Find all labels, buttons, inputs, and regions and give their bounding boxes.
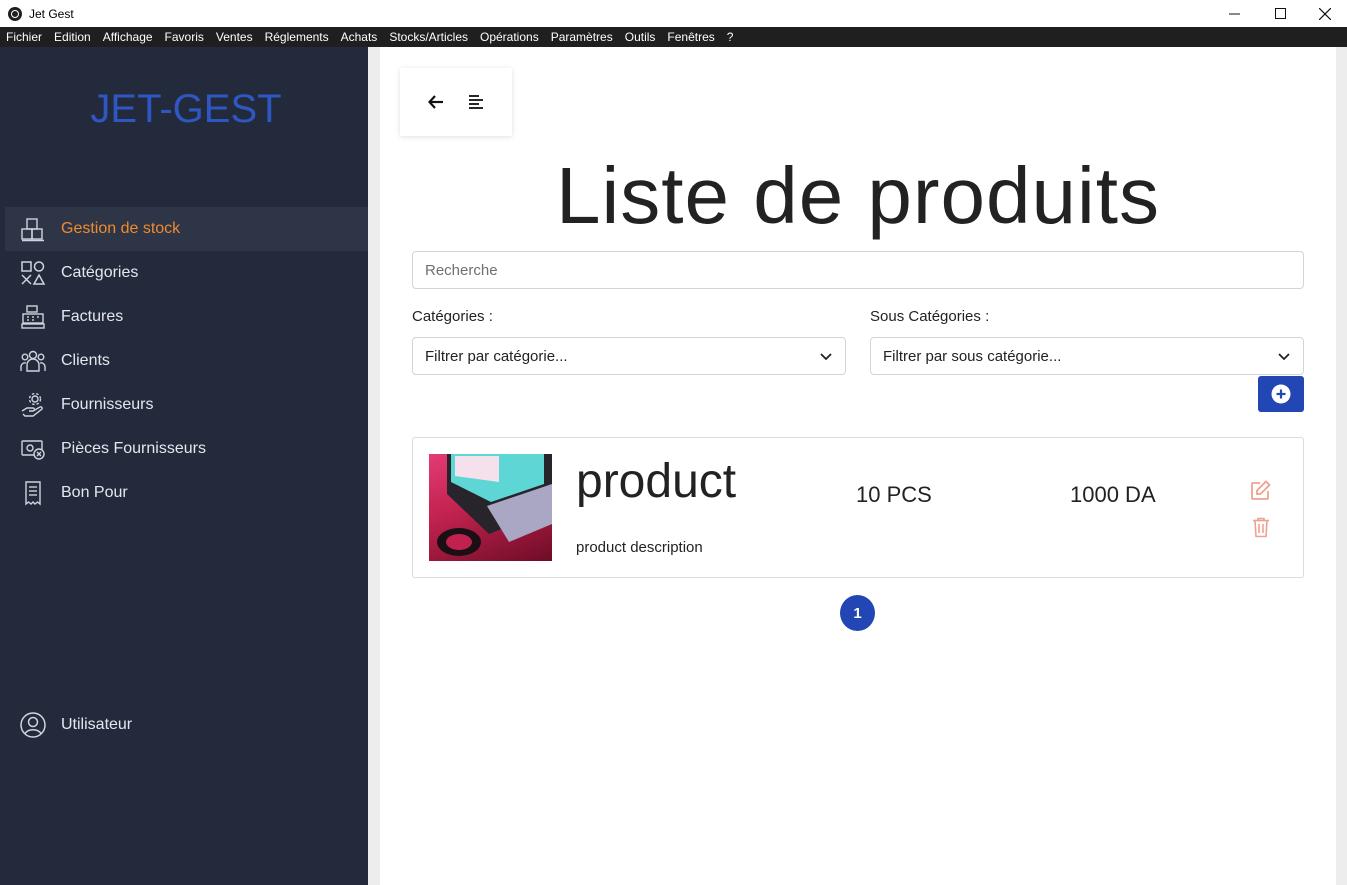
sidebar-item-gestion-de-stock[interactable]: Gestion de stock bbox=[5, 207, 368, 251]
content-left-border bbox=[368, 47, 380, 885]
sidebar-item-clients[interactable]: Clients bbox=[5, 339, 368, 383]
chevron-down-icon bbox=[820, 353, 832, 361]
shapes-icon bbox=[19, 259, 47, 287]
back-button[interactable] bbox=[424, 90, 448, 114]
subcategories-select-value: Filtrer par sous catégorie... bbox=[883, 347, 1062, 365]
close-icon bbox=[1319, 7, 1331, 20]
arrow-left-icon bbox=[428, 95, 443, 109]
toolbar bbox=[400, 68, 512, 136]
menu-fenetres[interactable]: Fenêtres bbox=[661, 27, 720, 47]
menu-parametres[interactable]: Paramètres bbox=[545, 27, 619, 47]
menu-affichage[interactable]: Affichage bbox=[97, 27, 159, 47]
menu-edition[interactable]: Edition bbox=[48, 27, 97, 47]
page-title: Liste de produits bbox=[555, 151, 1161, 240]
add-product-button[interactable] bbox=[1258, 376, 1304, 412]
menu-bar: Fichier Edition Affichage Favoris Ventes… bbox=[0, 27, 1347, 47]
sidebar-item-fournisseurs[interactable]: Fournisseurs bbox=[5, 383, 368, 427]
users-icon bbox=[19, 347, 47, 375]
pagination-page-1[interactable]: 1 bbox=[840, 595, 875, 631]
boxes-icon bbox=[19, 215, 47, 243]
product-quantity: 10 PCS bbox=[856, 482, 932, 507]
menu-ventes[interactable]: Ventes bbox=[210, 27, 259, 47]
menu-reglements[interactable]: Réglements bbox=[259, 27, 335, 47]
money-cancel-icon bbox=[19, 435, 47, 463]
app-logo-icon bbox=[8, 6, 22, 21]
content-scrollbar-track[interactable] bbox=[1336, 47, 1347, 885]
sidebar-item-categories[interactable]: Catégories bbox=[5, 251, 368, 295]
sidebar-item-label: Gestion de stock bbox=[61, 220, 181, 237]
categories-label: Catégories : bbox=[412, 308, 493, 325]
sidebar-item-label: Utilisateur bbox=[61, 716, 133, 733]
menu-operations[interactable]: Opérations bbox=[474, 27, 545, 47]
menu-fichier[interactable]: Fichier bbox=[0, 27, 48, 47]
sidebar-item-pieces-fournisseurs[interactable]: Pièces Fournisseurs bbox=[5, 427, 368, 471]
window-controls bbox=[1211, 0, 1347, 27]
edit-icon bbox=[1251, 480, 1271, 500]
window-title: Jet Gest bbox=[29, 6, 74, 21]
sidebar-item-label: Fournisseurs bbox=[61, 396, 154, 413]
product-card: product product description 10 PCS 1000 … bbox=[412, 437, 1304, 578]
subcategories-label: Sous Catégories : bbox=[870, 308, 990, 325]
categories-select[interactable]: Filtrer par catégorie... bbox=[412, 337, 846, 375]
edit-product-button[interactable] bbox=[1249, 478, 1273, 502]
categories-select-value: Filtrer par catégorie... bbox=[425, 347, 568, 365]
search-input[interactable] bbox=[412, 251, 1304, 289]
minimize-icon bbox=[1228, 13, 1240, 15]
hand-gear-icon bbox=[19, 391, 47, 419]
plus-circle-icon bbox=[1271, 384, 1291, 404]
maximize-icon bbox=[1274, 8, 1286, 19]
subcategories-select[interactable]: Filtrer par sous catégorie... bbox=[870, 337, 1304, 375]
window-titlebar: Jet Gest bbox=[0, 0, 1347, 27]
user-circle-icon bbox=[19, 711, 47, 739]
minimize-button[interactable] bbox=[1211, 0, 1257, 27]
sidebar-item-utilisateur[interactable]: Utilisateur bbox=[5, 703, 368, 747]
menu-favoris[interactable]: Favoris bbox=[159, 27, 210, 47]
product-description: product description bbox=[576, 539, 703, 556]
sidebar-item-bon-pour[interactable]: Bon Pour bbox=[5, 471, 368, 515]
product-name: product bbox=[576, 455, 737, 508]
sidebar-item-factures[interactable]: Factures bbox=[5, 295, 368, 339]
maximize-button[interactable] bbox=[1257, 0, 1303, 27]
sidebar: JET-GEST Gestion de stock Catégories Fac… bbox=[0, 47, 368, 885]
menu-stocks-articles[interactable]: Stocks/Articles bbox=[383, 27, 474, 47]
brand-logo: JET-GEST bbox=[90, 87, 282, 131]
sidebar-item-label: Catégories bbox=[61, 264, 139, 281]
receipt-icon bbox=[19, 479, 47, 507]
trash-icon bbox=[1253, 517, 1269, 538]
cash-register-icon bbox=[19, 303, 47, 331]
sidebar-item-label: Factures bbox=[61, 308, 124, 325]
sidebar-item-label: Pièces Fournisseurs bbox=[61, 440, 206, 457]
align-left-icon bbox=[469, 95, 483, 109]
sidebar-item-label: Clients bbox=[61, 352, 110, 369]
menu-toggle-button[interactable] bbox=[464, 90, 488, 114]
product-image bbox=[429, 454, 552, 561]
product-price: 1000 DA bbox=[1070, 482, 1156, 507]
sidebar-item-label: Bon Pour bbox=[61, 484, 128, 501]
menu-help[interactable]: ? bbox=[721, 27, 740, 47]
menu-achats[interactable]: Achats bbox=[335, 27, 384, 47]
chevron-down-icon bbox=[1278, 353, 1290, 361]
close-button[interactable] bbox=[1303, 0, 1347, 27]
menu-outils[interactable]: Outils bbox=[619, 27, 662, 47]
delete-product-button[interactable] bbox=[1249, 515, 1273, 539]
